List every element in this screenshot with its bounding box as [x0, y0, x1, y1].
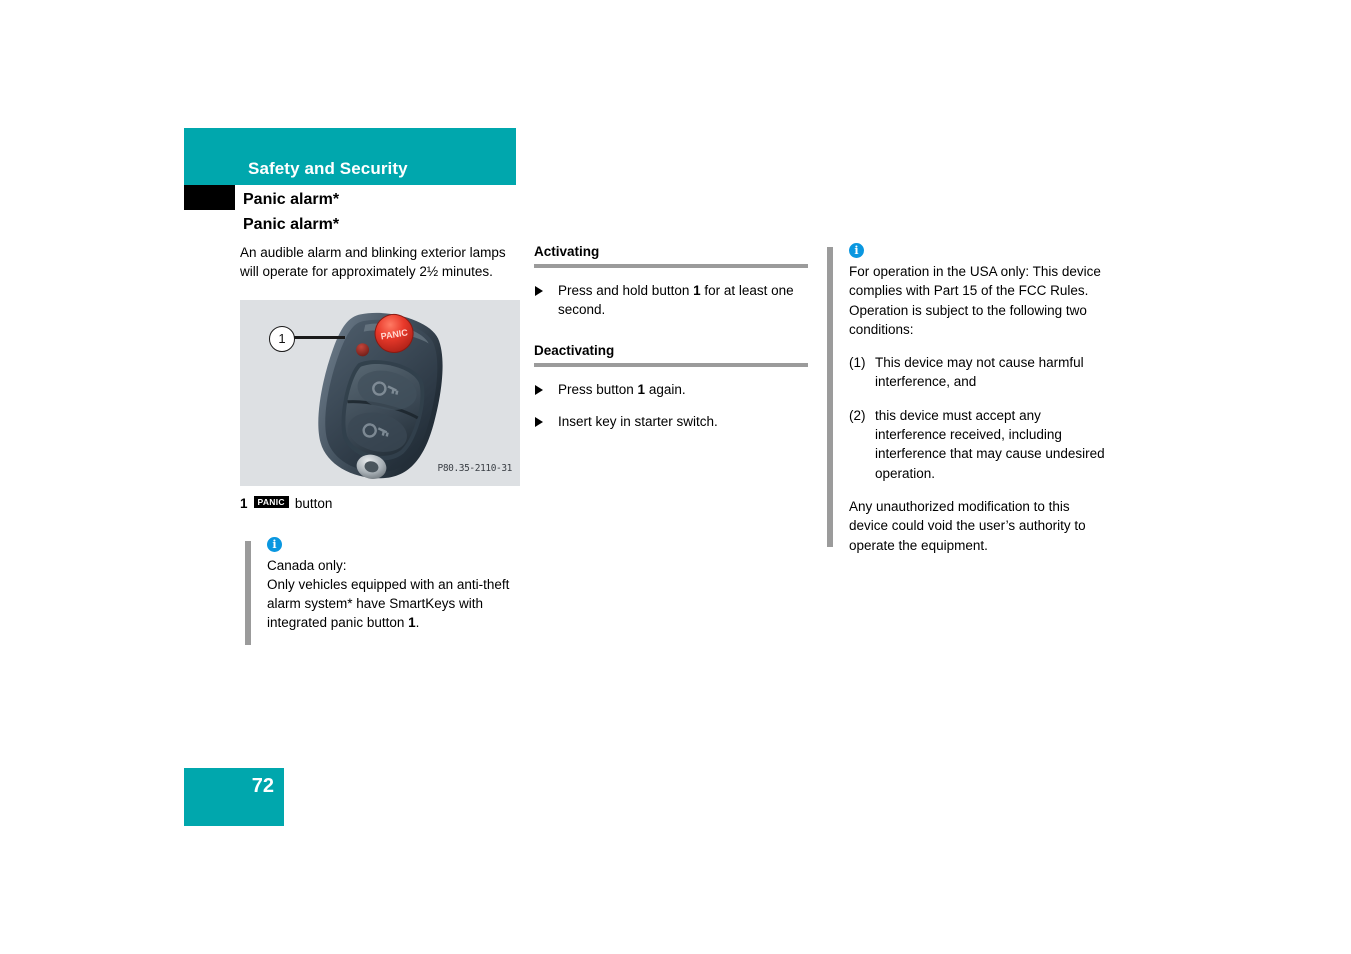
deactivating-block: Deactivating Press button 1 again. Inser… — [534, 342, 809, 432]
deactivating-step-1-pre: Press button — [558, 381, 638, 397]
activating-heading: Activating — [534, 244, 600, 259]
deactivating-step-2: Insert key in starter switch. — [534, 412, 809, 431]
canada-note-ref: 1 — [408, 615, 416, 631]
canada-note: i Canada only: Only vehicles equipped wi… — [240, 536, 520, 645]
intro-paragraph: An audible alarm and blinking exterior l… — [240, 245, 506, 280]
page-number-box: 72 — [184, 768, 284, 826]
fcc-closing: Any unauthorized modification to this de… — [849, 498, 1086, 553]
activating-step-ref: 1 — [693, 283, 701, 298]
deactivating-step-2-text: Insert key in starter switch. — [558, 413, 718, 429]
topic-title: Panic alarm* — [243, 216, 340, 233]
page-number: 72 — [251, 775, 274, 797]
activating-rule — [534, 264, 808, 268]
figure-caption: 1 PANIC button — [240, 494, 520, 513]
fcc-note: i For operation in the USA only: This de… — [827, 243, 1112, 555]
callout-marker-1: 1 — [269, 325, 295, 352]
canada-note-period: . — [415, 615, 420, 631]
canada-note-text: Only vehicles equipped with an anti-thef… — [267, 576, 510, 631]
deactivating-heading: Deactivating — [534, 342, 615, 358]
activating-step-pre: Press and hold button — [558, 283, 694, 298]
figure-caption-number: 1 — [240, 495, 248, 511]
smartkey-figure: PANIC 1 P80.35-2110-31 — [240, 299, 520, 486]
fcc-condition-1-text: This device may not cause harmful interf… — [875, 355, 1084, 390]
fcc-condition-2-text: this device must accept any interference… — [875, 407, 1105, 481]
activating-step: Press and hold button 1 for at least one… — [534, 281, 809, 320]
callout-leader-line — [293, 335, 345, 339]
fcc-condition-2: (2) this device must accept any interfer… — [849, 406, 1112, 483]
fcc-condition-1: (1) This device may not cause harmful in… — [849, 353, 1112, 392]
chapter-thumb-tab — [184, 185, 235, 210]
deactivating-step-1-ref: 1 — [637, 381, 646, 397]
info-icon: i — [267, 536, 282, 552]
panic-badge: PANIC — [253, 496, 289, 508]
canada-note-line1: Canada only: — [267, 557, 347, 573]
figure-image-code: P80.35-2110-31 — [437, 463, 513, 475]
canada-note-line2: Only vehicles equipped with an anti-thef… — [267, 575, 520, 633]
left-column: An audible alarm and blinking exterior l… — [240, 243, 520, 645]
deactivating-step-1: Press button 1 again. — [534, 380, 809, 399]
deactivating-rule — [534, 362, 808, 367]
middle-column: Activating Press and hold button 1 for a… — [534, 243, 809, 444]
fcc-intro: For operation in the USA only: This devi… — [849, 264, 1101, 337]
figure-caption-text: button — [294, 495, 333, 511]
deactivating-step-1-post: again. — [645, 381, 686, 397]
right-column: i For operation in the USA only: This de… — [827, 243, 1112, 555]
note-accent-bar — [245, 540, 251, 645]
bullet-triangle-icon — [535, 416, 543, 427]
fcc-condition-2-number: (2) — [849, 407, 866, 423]
section-title: Panic alarm* — [243, 191, 340, 208]
fcc-condition-1-number: (1) — [849, 355, 866, 371]
bullet-triangle-icon — [535, 384, 543, 395]
bullet-triangle-icon — [535, 286, 543, 296]
note-accent-bar — [827, 247, 833, 547]
chapter-header-band: Safety and Security — [184, 128, 516, 185]
info-icon: i — [849, 243, 864, 258]
chapter-title: Safety and Security — [248, 159, 408, 178]
